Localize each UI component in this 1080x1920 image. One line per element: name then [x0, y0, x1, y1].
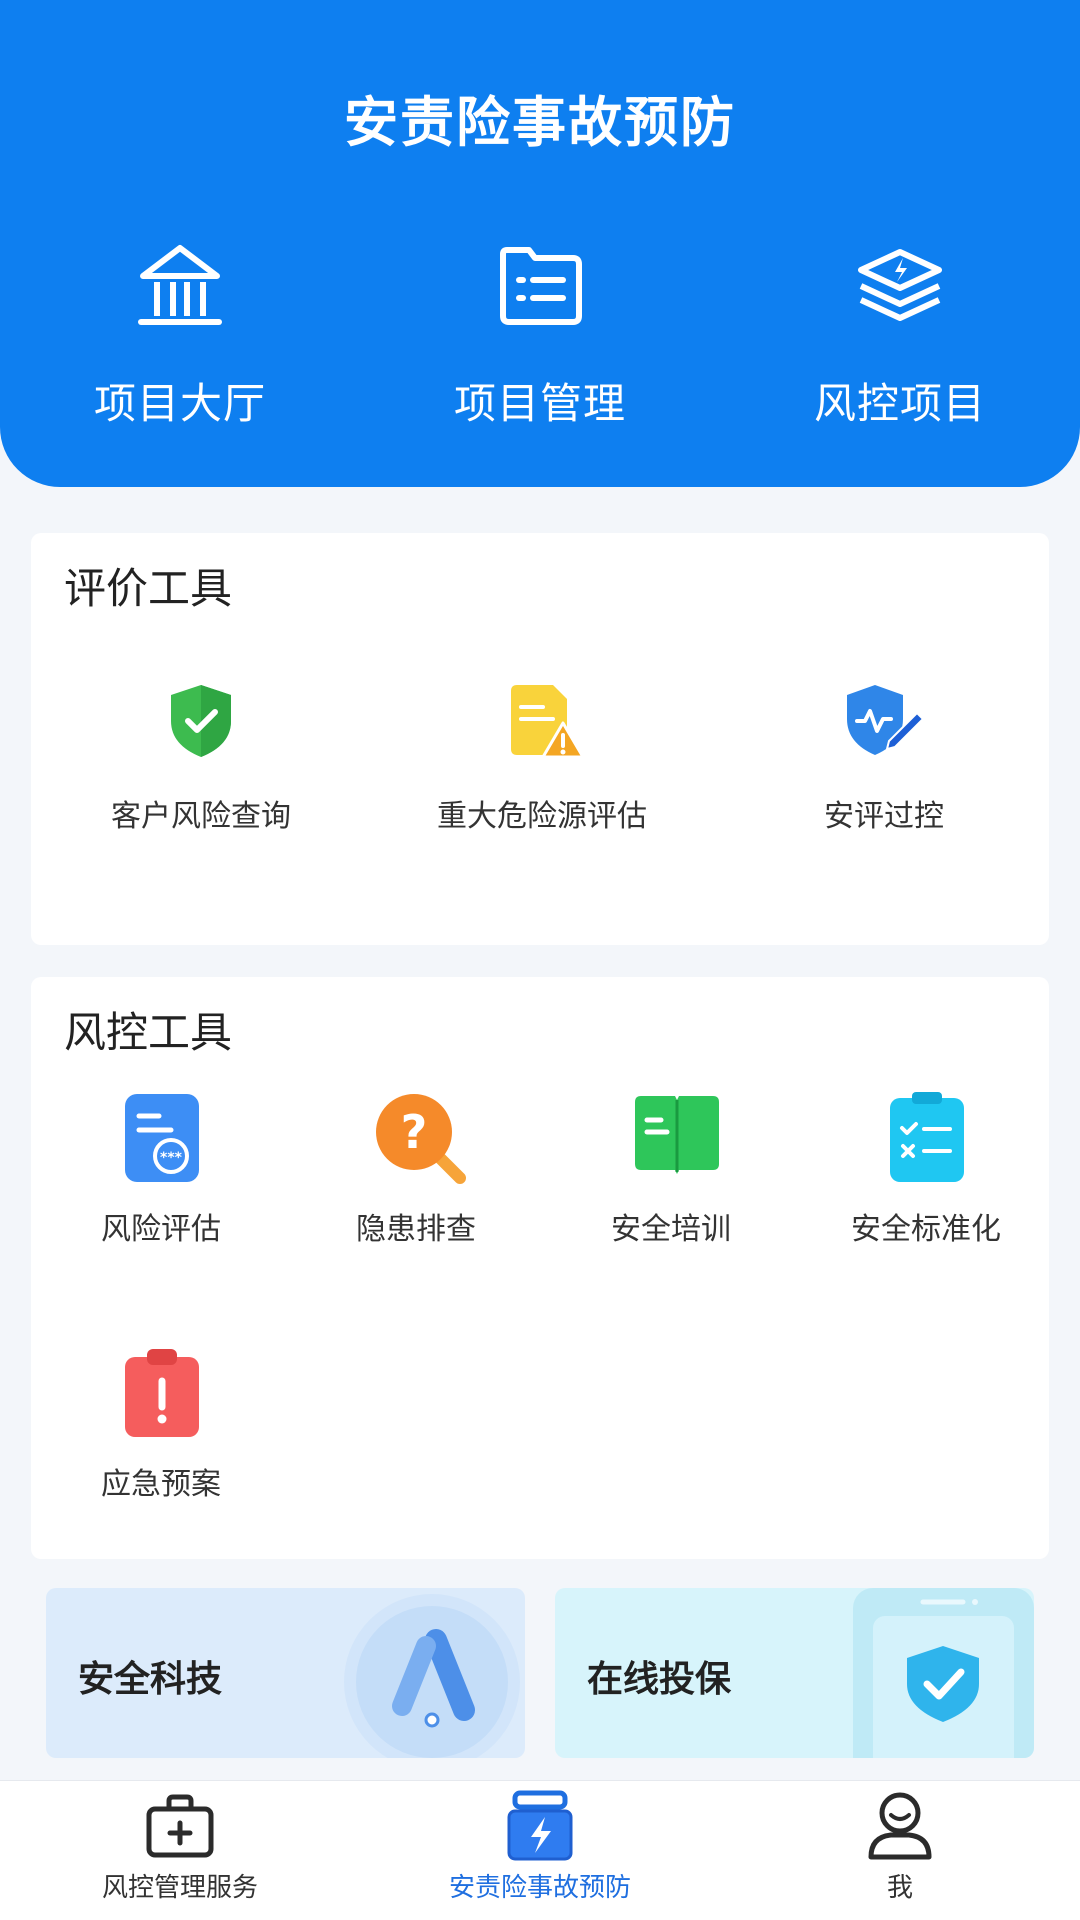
- open-book-icon: [635, 1096, 719, 1174]
- tab-accident-prevention[interactable]: 安责险事故预防: [360, 1781, 720, 1920]
- promo-label: 在线投保: [587, 1659, 732, 1700]
- nav-project-management[interactable]: 项目管理: [390, 240, 690, 440]
- tab-risk-management-service[interactable]: 风控管理服务: [0, 1781, 360, 1920]
- svg-text:?: ?: [401, 1105, 428, 1159]
- header-banner: 安责险事故预防 项目大厅 项目管理 风控项目: [0, 0, 1080, 487]
- tool-label: 应急预案: [101, 1467, 221, 1502]
- nav-risk-projects[interactable]: 风控项目: [750, 240, 1050, 440]
- checklist-clipboard-icon: [890, 1092, 964, 1182]
- phone-shield-icon: [853, 1588, 1034, 1758]
- evaluation-tools-card: 评价工具 客户风险查询 重大危险源评估 安评过控: [31, 533, 1049, 945]
- tool-hazard-inspection[interactable]: ? 隐患排查: [306, 1092, 526, 1247]
- risk-control-tools-card: 风控工具 *** 风险评估 ? 隐患排查 安全培训 安全标准化 应急预案: [31, 977, 1049, 1559]
- tab-label: 我: [886, 1873, 913, 1903]
- nav-project-hall[interactable]: 项目大厅: [30, 240, 330, 440]
- nav-label: 项目大厅: [93, 379, 266, 428]
- layers-icon: [858, 249, 942, 321]
- question-search-icon: ?: [376, 1094, 466, 1184]
- svg-text:***: ***: [160, 1150, 183, 1166]
- tool-label: 安全培训: [611, 1212, 731, 1247]
- bottom-tab-bar: 风控管理服务 安责险事故预防 我: [0, 1780, 1080, 1920]
- tool-major-hazard-assessment[interactable]: 重大危险源评估: [397, 683, 687, 834]
- tab-me[interactable]: 我: [720, 1781, 1080, 1920]
- section-title: 评价工具: [64, 564, 233, 613]
- shield-edit-icon: [847, 685, 924, 755]
- nav-label: 项目管理: [453, 379, 626, 428]
- tool-label: 客户风险查询: [111, 799, 291, 834]
- tab-label: 风控管理服务: [101, 1873, 258, 1903]
- document-warning-icon: [511, 685, 585, 759]
- header-nav: 项目大厅 项目管理 风控项目: [0, 240, 1080, 440]
- tech-logo-icon: [344, 1594, 520, 1758]
- promo-online-insurance[interactable]: 在线投保: [555, 1588, 1034, 1758]
- lightning-box-icon: [507, 1790, 573, 1861]
- nav-label: 风控项目: [813, 379, 986, 428]
- tool-safety-evaluation-control[interactable]: 安评过控: [749, 683, 1019, 834]
- tool-risk-assessment[interactable]: *** 风险评估: [51, 1092, 271, 1247]
- tab-label: 安责险事故预防: [448, 1873, 631, 1903]
- tool-label: 隐患排查: [356, 1212, 476, 1247]
- building-icon: [138, 245, 222, 325]
- tool-customer-risk-query[interactable]: 客户风险查询: [61, 683, 341, 834]
- section-title: 风控工具: [64, 1008, 233, 1057]
- tool-emergency-plan[interactable]: 应急预案: [51, 1347, 271, 1502]
- user-icon: [868, 1792, 932, 1860]
- tool-label: 安全标准化: [851, 1212, 1001, 1247]
- tool-label: 重大危险源评估: [437, 799, 647, 834]
- tool-safety-standardization[interactable]: 安全标准化: [816, 1092, 1036, 1247]
- tool-label: 风险评估: [101, 1212, 221, 1247]
- promo-label: 安全科技: [78, 1659, 223, 1700]
- emergency-clipboard-icon: [125, 1349, 199, 1437]
- medical-kit-icon: [146, 1794, 214, 1858]
- folder-list-icon: [500, 247, 582, 325]
- tool-safety-training[interactable]: 安全培训: [561, 1092, 781, 1247]
- shield-check-icon: [171, 685, 231, 757]
- page-title: 安责险事故预防: [344, 91, 736, 154]
- tool-label: 安评过控: [824, 799, 944, 834]
- promo-safety-tech[interactable]: 安全科技: [46, 1588, 525, 1758]
- assessment-doc-icon: ***: [125, 1094, 199, 1182]
